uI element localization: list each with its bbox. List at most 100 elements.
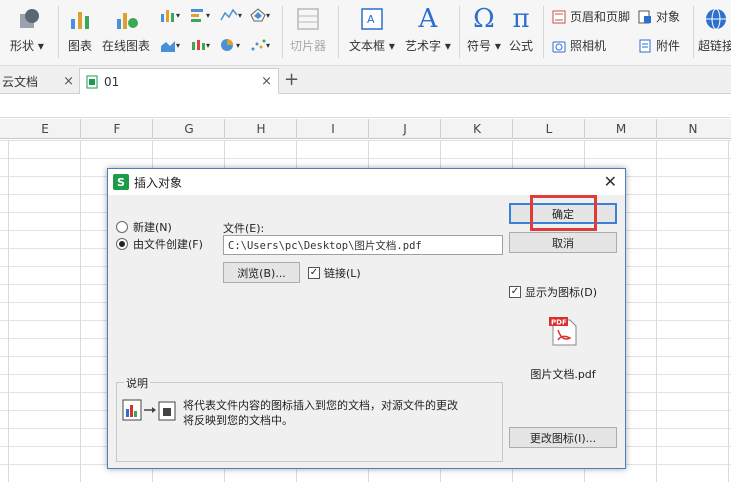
shape-button[interactable]: 形状 ▾ <box>10 4 44 54</box>
radio-new[interactable]: 新建(N) <box>116 219 172 235</box>
column-divider <box>584 119 585 139</box>
area-chart-dropdown[interactable]: ▾ <box>160 38 180 52</box>
area-chart-icon <box>161 41 175 52</box>
header-footer-button[interactable]: 页眉和页脚 <box>552 8 630 25</box>
online-chart-icon <box>113 4 139 34</box>
pie-chart-icon <box>221 39 233 51</box>
dialog-title: 插入对象 <box>134 175 183 190</box>
column-chart-icon <box>161 10 174 22</box>
new-tab-plus-icon[interactable]: + <box>284 69 299 90</box>
attachment-icon <box>639 39 651 52</box>
pdf-badge-text: PDF <box>551 319 567 327</box>
result-description: 将代表文件内容的图标插入到您的文档，对源文件的更改 将反映到您的文档中。 <box>183 399 458 427</box>
barh-chart-dropdown[interactable]: ▾ <box>190 8 210 22</box>
textbox-icon: A <box>360 4 384 34</box>
column-header[interactable]: H <box>225 122 297 136</box>
attachment-button[interactable]: 附件 <box>638 37 680 54</box>
scatter-chart-icon <box>251 39 266 51</box>
column-header[interactable]: N <box>657 122 729 136</box>
file-label: 文件(E): <box>223 222 265 235</box>
ribbon-toolbar: 形状 ▾ 图表 在线图表 ▾ ▾ ▾ ▾ ▾ ▾ ▾ ▾ 切片器 A 文本框 ▾… <box>0 0 731 66</box>
scatter-chart-dropdown[interactable]: ▾ <box>250 38 270 52</box>
camera-button[interactable]: 照相机 <box>552 37 606 54</box>
globe-link-icon <box>703 4 729 34</box>
checkbox-checked[interactable]: ✓ <box>509 286 521 298</box>
object-icon <box>638 10 651 23</box>
stock-chart-icon <box>192 40 205 50</box>
column-header[interactable]: G <box>153 122 225 136</box>
pi-icon: π <box>512 4 530 34</box>
wordart-icon: A <box>418 4 438 34</box>
formula-bar[interactable] <box>0 94 731 118</box>
ribbon-divider <box>693 6 694 58</box>
column-header[interactable]: I <box>297 122 369 136</box>
file-path-input[interactable]: C:\Users\pc\Desktop\图片文档.pdf <box>223 235 503 255</box>
column-header[interactable]: L <box>513 122 585 136</box>
radio-from-file[interactable]: 由文件创建(F) <box>116 236 203 252</box>
online-chart-button[interactable]: 在线图表 <box>102 4 150 54</box>
column-header-row: E F G H I J K L M N <box>0 119 731 139</box>
bar-chart-icon <box>68 4 92 34</box>
result-group-title: 说明 <box>124 375 150 391</box>
column-divider <box>656 119 657 139</box>
radio-circle[interactable] <box>116 221 128 233</box>
insert-icon-diagram <box>122 399 178 424</box>
hyperlink-button[interactable]: 超链接 <box>698 4 731 54</box>
close-icon[interactable]: × <box>63 74 74 89</box>
wps-spreadsheet-icon: S <box>113 174 129 190</box>
display-as-icon-checkbox[interactable]: ✓ 显示为图标(D) <box>509 284 597 300</box>
column-divider <box>296 119 297 139</box>
line-chart-dropdown[interactable]: ▾ <box>220 8 242 22</box>
wordart-button[interactable]: A 艺术字 ▾ <box>405 4 451 54</box>
close-icon[interactable]: ✕ <box>604 172 617 191</box>
slicer-button[interactable]: 切片器 <box>290 4 326 54</box>
line-chart-icon <box>220 8 238 21</box>
chart-button[interactable]: 图表 <box>68 4 92 54</box>
bar-horizontal-icon <box>191 9 203 22</box>
shape-icon <box>14 4 40 34</box>
textbox-button[interactable]: A 文本框 ▾ <box>349 4 395 54</box>
ribbon-divider <box>282 6 283 58</box>
radar-chart-icon <box>250 8 266 22</box>
close-icon[interactable]: × <box>261 74 272 89</box>
tab-01[interactable]: 01 × <box>79 68 279 94</box>
formula-button[interactable]: π 公式 <box>509 4 533 54</box>
column-divider <box>80 119 81 139</box>
column-chart-dropdown[interactable]: ▾ <box>160 8 180 22</box>
icon-filename: 图片文档.pdf <box>530 368 596 381</box>
ribbon-divider <box>338 6 339 58</box>
link-checkbox[interactable]: ✓ 链接(L) <box>308 265 361 281</box>
pie-chart-dropdown[interactable]: ▾ <box>220 38 240 52</box>
object-button[interactable]: 对象 <box>638 8 680 25</box>
column-divider <box>440 119 441 139</box>
ribbon-divider <box>543 6 544 58</box>
omega-icon: Ω <box>473 4 495 34</box>
radar-chart-dropdown[interactable]: ▾ <box>250 8 270 22</box>
checkbox-checked[interactable]: ✓ <box>308 267 320 279</box>
radio-circle-selected[interactable] <box>116 238 128 250</box>
column-header[interactable]: J <box>369 122 441 136</box>
pdf-file-icon: PDF <box>548 316 580 349</box>
symbol-button[interactable]: Ω 符号 ▾ <box>467 4 501 54</box>
stock-chart-dropdown[interactable]: ▾ <box>190 38 210 52</box>
ribbon-divider <box>58 6 59 58</box>
column-divider <box>512 119 513 139</box>
camera-icon <box>552 41 566 52</box>
ribbon-divider <box>459 6 460 58</box>
column-header[interactable]: E <box>9 122 81 136</box>
column-divider <box>368 119 369 139</box>
highlight-box <box>530 195 597 231</box>
column-divider <box>152 119 153 139</box>
header-footer-icon <box>552 10 566 23</box>
document-tab-bar: 云文档 × 01 × + <box>0 66 731 94</box>
slicer-icon <box>296 4 320 34</box>
column-header[interactable]: F <box>81 122 153 136</box>
column-header[interactable]: M <box>585 122 657 136</box>
browse-button[interactable]: 浏览(B)... <box>223 262 300 283</box>
change-icon-button[interactable]: 更改图标(I)... <box>509 427 617 448</box>
cancel-button[interactable]: 取消 <box>509 232 617 253</box>
tab-cloud-docs[interactable]: 云文档 × <box>0 68 80 94</box>
spreadsheet-file-icon <box>86 75 98 88</box>
dialog-title-bar[interactable]: S 插入对象 ✕ <box>108 169 625 195</box>
column-header[interactable]: K <box>441 122 513 136</box>
